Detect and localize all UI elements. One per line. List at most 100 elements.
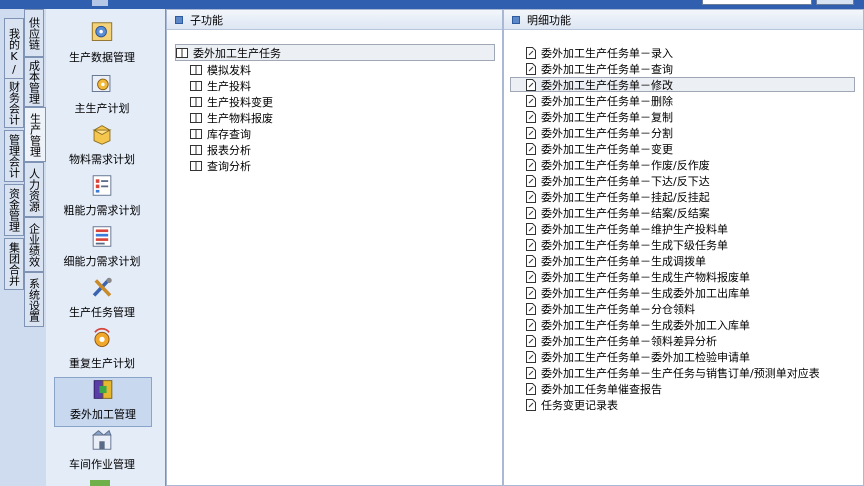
detail-item-label: 委外加工生产任务单－分割 — [541, 126, 673, 140]
detail-item[interactable]: 委外加工生产任务单－变更 — [526, 141, 673, 156]
detail-item-label: 委外加工生产任务单－下达/反下达 — [541, 174, 710, 188]
detail-item[interactable]: 委外加工生产任务单－生成下级任务单 — [526, 237, 728, 252]
sub-item-query-analysis[interactable]: 查询分析 — [190, 158, 251, 173]
detail-item-label: 委外加工生产任务单－生成下级任务单 — [541, 238, 728, 252]
document-icon — [526, 62, 536, 75]
sub-item-inventory-query[interactable]: 库存查询 — [190, 126, 251, 141]
nav-rough-capacity-plan[interactable]: 粗能力需求计划 — [54, 174, 150, 222]
nav-label: 重复生产计划 — [69, 357, 135, 370]
sub-item-simulated-issue[interactable]: 模拟发料 — [190, 62, 251, 77]
document-icon — [526, 270, 536, 283]
tab-enterprise-performance[interactable]: 企业绩效 — [24, 217, 44, 272]
tab-cost-management[interactable]: 成本管理 — [24, 57, 44, 107]
tab-financial-accounting[interactable]: 财务会计 — [4, 78, 24, 128]
detail-item[interactable]: 委外加工生产任务单－生产任务与销售订单/预测单对应表 — [526, 365, 820, 380]
detail-item[interactable]: 任务变更记录表 — [526, 397, 618, 412]
detail-capacity-icon — [92, 226, 112, 247]
detail-item[interactable]: 委外加工生产任务单－复制 — [526, 109, 673, 124]
search-input[interactable] — [702, 0, 812, 5]
detail-item[interactable]: 委外加工生产任务单－生成调拨单 — [526, 253, 706, 268]
document-icon — [526, 398, 536, 411]
document-icon — [526, 206, 536, 219]
detail-item[interactable]: 委外加工生产任务单－分割 — [526, 125, 673, 140]
book-icon — [190, 80, 202, 91]
detail-item[interactable]: 委外加工生产任务单－修改 — [510, 77, 855, 92]
nav-production-data-management[interactable]: 生产数据管理 — [54, 21, 150, 69]
nav-label: 生产数据管理 — [69, 51, 135, 64]
sub-item-production-feeding[interactable]: 生产投料 — [190, 78, 251, 93]
detail-item-label: 委外加工生产任务单－生成委外加工入库单 — [541, 318, 750, 332]
tab-management-accounting[interactable]: 管理会计 — [4, 130, 24, 182]
tab-label: 人力资源 — [27, 167, 41, 212]
search-button[interactable] — [816, 0, 854, 5]
sub-item-label: 模拟发料 — [207, 63, 251, 77]
document-icon — [526, 318, 536, 331]
gear-database-icon — [91, 22, 113, 41]
repeat-gear-icon — [94, 327, 110, 347]
book-icon — [190, 160, 202, 171]
sub-item-material-scrap[interactable]: 生产物料报废 — [190, 110, 273, 125]
detail-item[interactable]: 委外加工生产任务单－维护生产投料单 — [526, 221, 728, 236]
book-icon — [176, 47, 188, 58]
detail-item-label: 委外加工生产任务单－挂起/反挂起 — [541, 190, 710, 204]
detail-item[interactable]: 委外加工任务单催查报告 — [526, 381, 662, 396]
detail-item[interactable]: 委外加工生产任务单－委外加工检验申请单 — [526, 349, 750, 364]
tab-human-resources[interactable]: 人力资源 — [24, 162, 44, 217]
tab-label: 供应链 — [27, 16, 41, 50]
detail-item[interactable]: 委外加工生产任务单－生成委外加工入库单 — [526, 317, 750, 332]
detail-item[interactable]: 委外加工生产任务单－分仓领料 — [526, 301, 695, 316]
detail-item[interactable]: 委外加工生产任务单－领料差异分析 — [526, 333, 717, 348]
nav-outsourced-processing-management[interactable]: 委外加工管理 — [54, 377, 152, 427]
sub-item-label: 生产物料报废 — [207, 111, 273, 125]
tab-label: 成本管理 — [27, 60, 41, 104]
document-icon — [526, 110, 536, 123]
detail-item[interactable]: 委外加工生产任务单－挂起/反挂起 — [526, 189, 710, 204]
detail-item[interactable]: 委外加工生产任务单－生成生产物料报废单 — [526, 269, 750, 284]
outsource-icon — [93, 380, 113, 399]
sub-item-label: 委外加工生产任务 — [193, 46, 281, 60]
document-icon — [526, 126, 536, 139]
next-module-icon — [90, 480, 110, 486]
tab-label: 资金管理 — [7, 188, 21, 232]
sub-item-outsourced-production-task[interactable]: 委外加工生产任务 — [175, 44, 495, 61]
book-icon — [190, 112, 202, 123]
detail-item[interactable]: 委外加工生产任务单－下达/反下达 — [526, 173, 710, 188]
detail-item[interactable]: 委外加工生产任务单－查询 — [526, 61, 673, 76]
book-icon — [190, 128, 202, 139]
detail-item[interactable]: 委外加工生产任务单－生成委外加工出库单 — [526, 285, 750, 300]
tools-icon — [92, 277, 112, 297]
nav-material-requirements-plan[interactable]: 物料需求计划 — [54, 123, 150, 171]
tab-label: 集团合并 — [7, 242, 21, 286]
nav-master-production-plan[interactable]: 主生产计划 — [54, 72, 150, 120]
sub-item-feeding-change[interactable]: 生产投料变更 — [190, 94, 273, 109]
nav-workshop-operations-management[interactable]: 车间作业管理 — [54, 428, 150, 476]
gear-plan-icon — [91, 75, 111, 92]
detail-item[interactable]: 委外加工生产任务单－作废/反作废 — [526, 157, 710, 172]
sub-item-report-analysis[interactable]: 报表分析 — [190, 142, 251, 157]
sub-item-label: 生产投料 — [207, 79, 251, 93]
detail-item[interactable]: 委外加工生产任务单－录入 — [526, 45, 673, 60]
sub-item-label: 查询分析 — [207, 159, 251, 173]
detail-item[interactable]: 委外加工生产任务单－删除 — [526, 93, 673, 108]
tab-supply-chain[interactable]: 供应链 — [24, 9, 44, 57]
tab-production-management[interactable]: 生产管理 — [24, 107, 46, 162]
tab-group-consolidation[interactable]: 集团合并 — [4, 238, 24, 290]
nav-repetitive-production-plan[interactable]: 重复生产计划 — [54, 327, 150, 375]
tab-fund-management[interactable]: 资金管理 — [4, 184, 24, 236]
panel-header-icon — [175, 15, 183, 24]
detail-item-label: 委外加工生产任务单－分仓领料 — [541, 302, 695, 316]
top-toolbar-strip — [0, 0, 864, 9]
document-icon — [526, 94, 536, 107]
detail-item-label: 委外加工生产任务单－变更 — [541, 142, 673, 156]
detail-item[interactable]: 委外加工生产任务单－结案/反结案 — [526, 205, 710, 220]
tab-system-settings[interactable]: 系统设置 — [24, 272, 44, 327]
tab-label: 管理会计 — [7, 134, 21, 178]
nav-production-task-management[interactable]: 生产任务管理 — [54, 276, 150, 324]
nav-label: 委外加工管理 — [70, 408, 136, 421]
detail-item-label: 委外加工生产任务单－生产任务与销售订单/预测单对应表 — [541, 366, 820, 380]
document-icon — [526, 46, 536, 59]
workshop-icon — [91, 429, 112, 450]
detail-item-label: 委外加工生产任务单－委外加工检验申请单 — [541, 350, 750, 364]
sub-function-title: 子功能 — [190, 13, 223, 27]
nav-detailed-capacity-plan[interactable]: 细能力需求计划 — [54, 225, 150, 273]
